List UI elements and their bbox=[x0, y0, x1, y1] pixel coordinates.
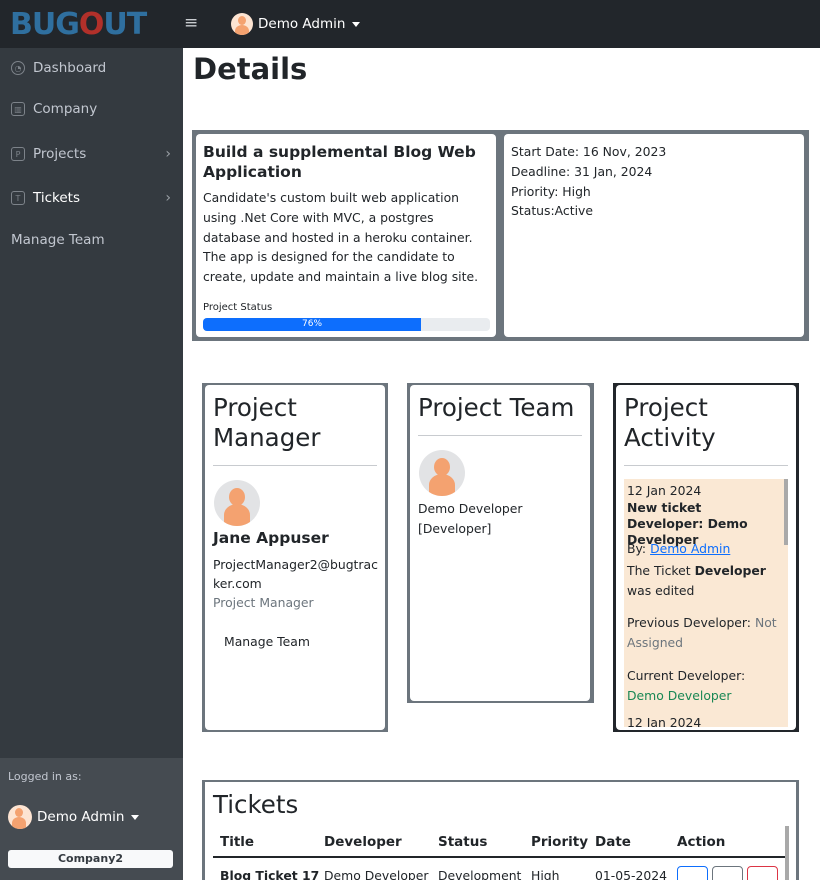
sidebar-item-projects[interactable]: P Projects › bbox=[11, 146, 171, 162]
user-name: Demo Admin bbox=[37, 809, 125, 825]
column-header-date[interactable]: Date bbox=[595, 834, 631, 850]
page-title: Details bbox=[193, 52, 308, 86]
sidebar-item-label: Company bbox=[33, 101, 98, 117]
author-link[interactable]: Demo Admin bbox=[650, 541, 730, 556]
logo-text: BUG bbox=[10, 7, 80, 42]
sidebar-item-tickets[interactable]: T Tickets › bbox=[11, 190, 171, 206]
author-label: By: bbox=[627, 541, 647, 556]
avatar bbox=[8, 805, 32, 829]
caret-down-icon bbox=[131, 814, 140, 820]
sidebar-item-label: Manage Team bbox=[11, 232, 105, 248]
description-text: was edited bbox=[627, 583, 695, 598]
building-icon: ▥ bbox=[11, 102, 25, 116]
ticket-date: 01-05-2024 bbox=[595, 868, 668, 880]
team-member-role: [Developer] bbox=[418, 521, 492, 536]
status: Status:Active bbox=[511, 203, 593, 218]
tickets-panel: Tickets Title Developer Status Priority … bbox=[202, 780, 799, 880]
logo-text: UT bbox=[103, 7, 147, 42]
dashboard-icon: ◔ bbox=[11, 61, 25, 75]
activity-date: 12 Jan 2024 bbox=[627, 483, 702, 498]
team-member-name: Demo Developer bbox=[418, 501, 523, 516]
avatar bbox=[231, 13, 253, 35]
column-header-status[interactable]: Status bbox=[438, 834, 487, 850]
manager-role: Project Manager bbox=[213, 595, 314, 610]
sidebar-item-manage-team[interactable]: Manage Team bbox=[11, 232, 171, 248]
project-title: Build a supplemental Blog Web Applicatio… bbox=[203, 143, 476, 181]
sidebar-user-panel: Logged in as: Demo Admin Company2 bbox=[0, 758, 183, 880]
scrollbar[interactable] bbox=[784, 479, 788, 545]
manager-email: ProjectManager2@bugtracker.com bbox=[213, 557, 378, 591]
project-meta: Start Date: 16 Nov, 2023 Deadline: 31 Ja… bbox=[504, 134, 804, 337]
logged-in-label: Logged in as: bbox=[8, 770, 82, 783]
ticket-developer: Demo Developer bbox=[324, 868, 429, 880]
user-name: Demo Admin bbox=[258, 16, 346, 32]
panel-title: Project Team bbox=[418, 393, 575, 422]
sidebar-item-label: Dashboard bbox=[33, 60, 107, 76]
header-divider bbox=[213, 856, 785, 858]
column-header-action: Action bbox=[677, 834, 726, 850]
user-menu-dropdown[interactable]: Demo Admin bbox=[231, 13, 361, 35]
project-team-panel: Project Team Demo Developer [Developer] bbox=[407, 383, 594, 703]
view-ticket-button[interactable] bbox=[677, 866, 708, 880]
bugout-logo[interactable]: BUGOUT bbox=[10, 7, 147, 42]
main-content: Details Build a supplemental Blog Web Ap… bbox=[183, 48, 820, 880]
activity-description: The Ticket Developer was edited bbox=[627, 561, 783, 601]
project-details-card: Build a supplemental Blog Web Applicatio… bbox=[192, 130, 809, 341]
project-manager-panel: Project Manager Jane Appuser ProjectMana… bbox=[202, 383, 388, 732]
current-label: Current Developer: bbox=[627, 668, 746, 683]
sidebar-item-dashboard[interactable]: ◔ Dashboard bbox=[11, 60, 171, 76]
sidebar-item-label: Projects bbox=[33, 146, 87, 162]
activity-feed[interactable]: 12 Jan 2024 New ticket Developer: Demo D… bbox=[624, 479, 788, 727]
description-text: The Ticket bbox=[627, 563, 691, 578]
project-summary: Build a supplemental Blog Web Applicatio… bbox=[196, 134, 496, 337]
column-header-title[interactable]: Title bbox=[220, 834, 254, 850]
archive-ticket-button[interactable] bbox=[747, 866, 778, 880]
column-header-priority[interactable]: Priority bbox=[531, 834, 588, 850]
priority: Priority: High bbox=[511, 184, 591, 199]
activity-author: By: Demo Admin bbox=[627, 541, 730, 556]
ticket-status: Development bbox=[438, 868, 522, 880]
sidebar: ◔ Dashboard ▥ Company P Projects › T Tic… bbox=[0, 48, 183, 758]
sidebar-item-label: Tickets bbox=[33, 190, 80, 206]
company-button[interactable]: Company2 bbox=[8, 850, 173, 868]
sidebar-item-company[interactable]: ▥ Company bbox=[11, 101, 171, 117]
avatar bbox=[214, 480, 260, 526]
caret-down-icon bbox=[352, 21, 361, 27]
file-icon: P bbox=[11, 147, 25, 161]
current-value: Current Developer: Demo Developer bbox=[627, 666, 783, 706]
description-field: Developer bbox=[694, 563, 766, 578]
sidebar-user-dropdown[interactable]: Demo Admin bbox=[8, 805, 140, 829]
previous-label: Previous Developer: bbox=[627, 615, 751, 630]
project-description: Candidate's custom built web application… bbox=[203, 190, 479, 285]
team-member: Demo Developer [Developer] bbox=[418, 499, 578, 539]
column-header-developer[interactable]: Developer bbox=[324, 834, 402, 850]
ticket-icon: T bbox=[11, 191, 25, 205]
project-activity-panel: Project Activity 12 Jan 2024 New ticket … bbox=[613, 383, 799, 732]
logo-bug-icon: O bbox=[78, 7, 104, 42]
current-value-text: Demo Developer bbox=[627, 688, 732, 703]
progress-fill: 76% bbox=[203, 318, 422, 331]
project-progress-bar: 76% bbox=[203, 318, 490, 331]
edit-ticket-button[interactable] bbox=[712, 866, 743, 880]
avatar bbox=[419, 450, 465, 496]
ticket-priority: High bbox=[531, 868, 560, 880]
manage-team-link[interactable]: Manage Team bbox=[224, 634, 310, 649]
panel-title: Project Activity bbox=[624, 393, 716, 452]
panel-title: Project Manager bbox=[213, 393, 321, 452]
scrollbar[interactable] bbox=[785, 826, 789, 880]
chevron-right-icon: › bbox=[165, 146, 171, 162]
deadline: Deadline: 31 Jan, 2024 bbox=[511, 164, 653, 179]
hamburger-menu-icon[interactable]: ≡ bbox=[184, 13, 198, 33]
chevron-right-icon: › bbox=[165, 190, 171, 206]
top-navbar: BUGOUT ≡ Demo Admin bbox=[0, 0, 820, 48]
previous-value: Previous Developer: Not Assigned bbox=[627, 613, 783, 653]
start-date: Start Date: 16 Nov, 2023 bbox=[511, 144, 667, 159]
project-status-label: Project Status bbox=[203, 302, 273, 313]
ticket-title[interactable]: Blog Ticket 17 bbox=[220, 868, 319, 880]
panel-title: Tickets bbox=[213, 790, 299, 819]
manager-name: Jane Appuser bbox=[213, 529, 329, 547]
activity-date: 12 Jan 2024 bbox=[627, 715, 702, 727]
